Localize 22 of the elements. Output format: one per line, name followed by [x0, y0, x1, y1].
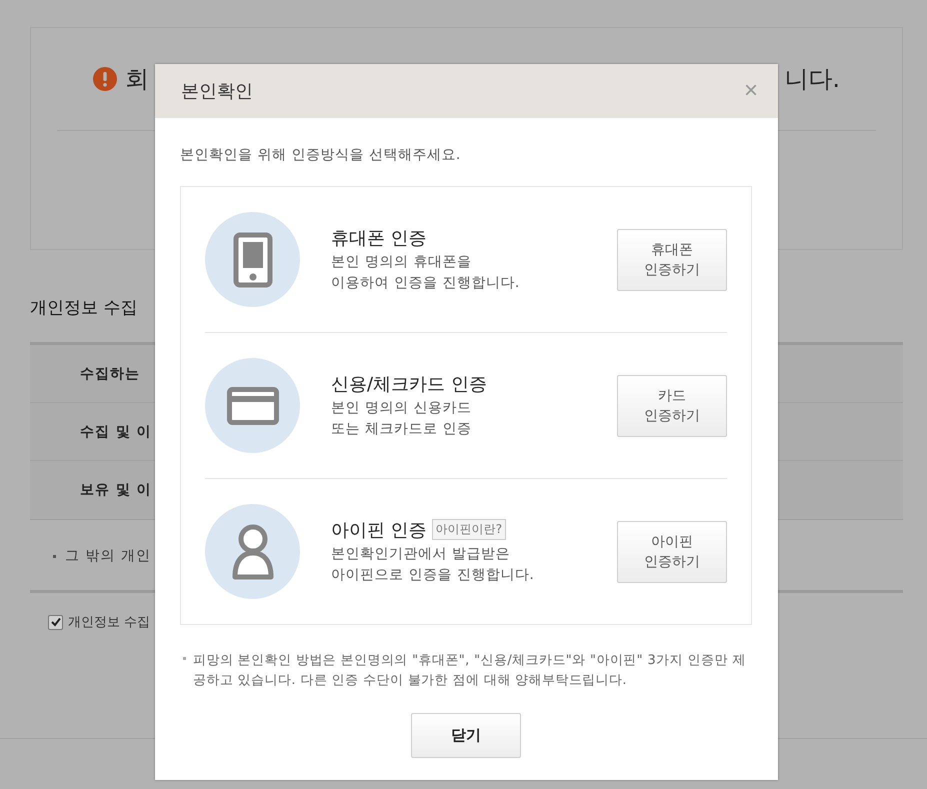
option-description: 본인 명의의 휴대폰을 이용하여 인증을 진행합니다.	[331, 252, 521, 292]
option-title: 신용/체크카드 인증	[331, 372, 487, 396]
notice-text: 피망의 본인확인 방법은 본인명의의 "휴대폰", "신용/체크카드"와 "아이핀" 3가지 인증만 제공하고 있습니다. 다른 인증 수단이 불가한 점에 대해 양해부탁드립니다.	[193, 652, 747, 690]
verify-button[interactable]: 휴대폰 인증하기	[617, 228, 727, 290]
dialog-title: 본인확인	[181, 80, 253, 103]
verify-button[interactable]: 카드 인증하기	[617, 374, 727, 436]
verify-button[interactable]: 아이핀 인증하기	[617, 520, 727, 582]
info-link[interactable]: 아이핀이란?	[432, 519, 506, 540]
option-description: 본인확인기관에서 발급받은 아이핀으로 인증을 진행합니다.	[331, 544, 536, 584]
bullet-icon	[183, 657, 186, 660]
checkbox-label: 개인정보 수집	[68, 614, 150, 631]
option-title: 휴대폰 인증	[331, 226, 427, 250]
bullet-icon	[53, 554, 56, 558]
notice-heading: 니다.	[784, 64, 840, 95]
section-title: 개인정보 수집	[30, 297, 138, 320]
option-title: 아이핀 인증	[331, 518, 427, 542]
bullet-note: 그 밖의 개인	[65, 547, 151, 565]
notice-heading: 회	[125, 64, 149, 95]
agree-checkbox[interactable]	[48, 614, 63, 630]
intro-text: 본인확인을 위해 인증방식을 선택해주세요.	[180, 146, 462, 164]
alert-icon	[93, 67, 117, 91]
close-button[interactable]: 닫기	[411, 713, 521, 758]
